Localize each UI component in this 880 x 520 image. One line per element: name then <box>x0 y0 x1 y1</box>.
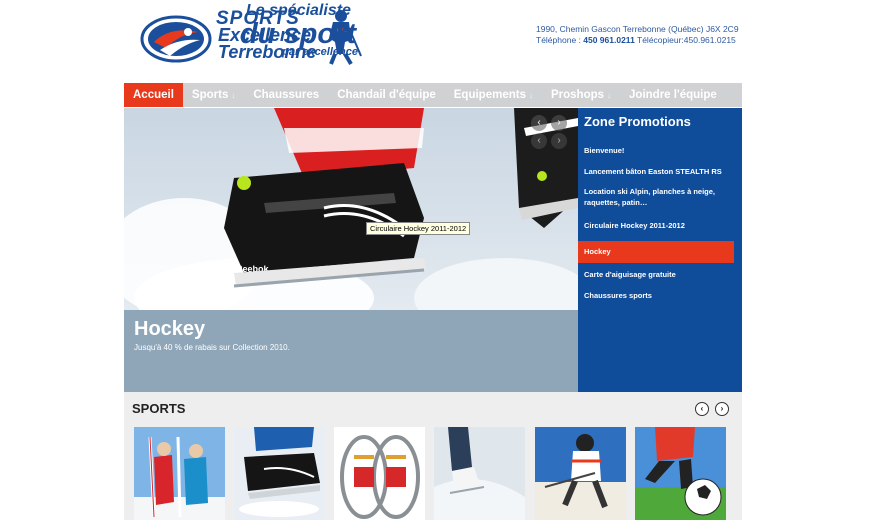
ski-thumbnail[interactable] <box>134 427 225 520</box>
promo-item-easton[interactable]: Lancement bâton Easton STEALTH RS <box>578 165 742 186</box>
phone-label: Téléphone : <box>536 35 584 45</box>
promotions-panel: Zone Promotions Bienvenue! Lancement bât… <box>578 108 742 392</box>
tagline: Le spécialiste du sport par excellence <box>232 2 358 58</box>
tagline-main: du sport <box>240 18 356 50</box>
hero-slider[interactable]: Reebok ‹ › ‹ › Circulaire Hockey 2011-20… <box>124 108 578 392</box>
skate-thumbnail[interactable] <box>234 427 325 520</box>
nav-label: Chaussures <box>253 89 320 101</box>
nav-label: Equipements <box>453 89 526 101</box>
snowshoe-thumbnail[interactable] <box>334 427 425 520</box>
nav-item-joindre[interactable]: Joindre l'équipe <box>620 83 726 107</box>
promo-item-location-cont[interactable]: raquettes, patin… <box>578 197 742 218</box>
nav-label: Proshops <box>550 89 605 101</box>
slider-next-ghost-icon: › <box>551 133 567 149</box>
nav-label: Accueil <box>133 89 174 101</box>
address: 1990, Chemin Gascon Terrebonne (Québec) … <box>536 24 739 34</box>
promo-item-hockey[interactable]: Hockey <box>578 241 734 263</box>
tooltip: Circulaire Hockey 2011-2012 <box>366 222 471 235</box>
nav-label: Joindre l'équipe <box>629 89 717 101</box>
promo-item-circulaire[interactable]: Circulaire Hockey 2011-2012 <box>578 218 742 241</box>
phone-line: Téléphone : 450 961.0211 Télécopieur:450… <box>536 35 739 46</box>
figure-skate-image <box>434 427 525 520</box>
promo-item-aiguisage[interactable]: Carte d'aiguisage gratuite <box>578 263 742 284</box>
roller-hockey-image <box>535 427 626 520</box>
page: SPORTS Excellence Terrebonne Le spéciali… <box>0 0 880 520</box>
dropdown-arrow-icon: ↓ <box>528 91 533 100</box>
sports-next-button[interactable]: › <box>715 402 729 416</box>
contact-info: 1990, Chemin Gascon Terrebonne (Québec) … <box>536 24 739 46</box>
logo-emblem-icon <box>140 15 212 63</box>
main-nav: Accueil Sports ↓ Chaussures Chandail d'éq… <box>124 83 742 107</box>
slide-title: Hockey <box>134 318 206 340</box>
nav-label: Sports <box>191 89 229 101</box>
nav-label: Chandail d'équipe <box>337 89 436 101</box>
promotions-title: Zone Promotions <box>584 114 691 129</box>
nav-item-accueil[interactable]: Accueil <box>124 83 183 107</box>
skate-image <box>234 427 325 520</box>
sports-prev-button[interactable]: ‹ <box>695 402 709 416</box>
dropdown-arrow-icon: ↓ <box>607 91 612 100</box>
fax-label: Télécopieur:450.961.0215 <box>634 35 736 45</box>
dropdown-arrow-icon: ↓ <box>231 91 236 100</box>
slider-prev-button[interactable]: ‹ <box>531 115 547 131</box>
slide-caption: Hockey Jusqu'à 40 % de rabais sur Collec… <box>124 310 578 392</box>
slide-text: Jusqu'à 40 % de rabais sur Collection 20… <box>134 343 290 352</box>
promo-item-bienvenue[interactable]: Bienvenue! <box>578 143 742 165</box>
soccer-thumbnail[interactable] <box>635 427 726 520</box>
slider-prev-ghost-icon: ‹ <box>531 133 547 149</box>
snowshoe-image <box>334 427 425 520</box>
nav-item-chandail[interactable]: Chandail d'équipe <box>328 83 445 107</box>
nav-item-sports[interactable]: Sports ↓ <box>183 83 244 107</box>
slider-next-button[interactable]: › <box>551 115 567 131</box>
sports-title: SPORTS <box>132 401 186 416</box>
promo-item-location[interactable]: Location ski Alpin, planches à neige, <box>578 186 742 197</box>
promo-item-chaussures[interactable]: Chaussures sports <box>578 284 742 305</box>
nav-item-equipements[interactable]: Equipements ↓ <box>445 83 542 107</box>
promotions-list: Bienvenue! Lancement bâton Easton STEALT… <box>578 143 742 305</box>
soccer-image <box>635 427 726 520</box>
nav-item-proshops[interactable]: Proshops ↓ <box>542 83 620 107</box>
nav-item-chaussures[interactable]: Chaussures <box>244 83 328 107</box>
ski-image <box>134 427 225 520</box>
roller-hockey-thumbnail[interactable] <box>535 427 626 520</box>
figure-skate-thumbnail[interactable] <box>434 427 525 520</box>
phone-number[interactable]: 450 961.0211 <box>583 35 635 45</box>
